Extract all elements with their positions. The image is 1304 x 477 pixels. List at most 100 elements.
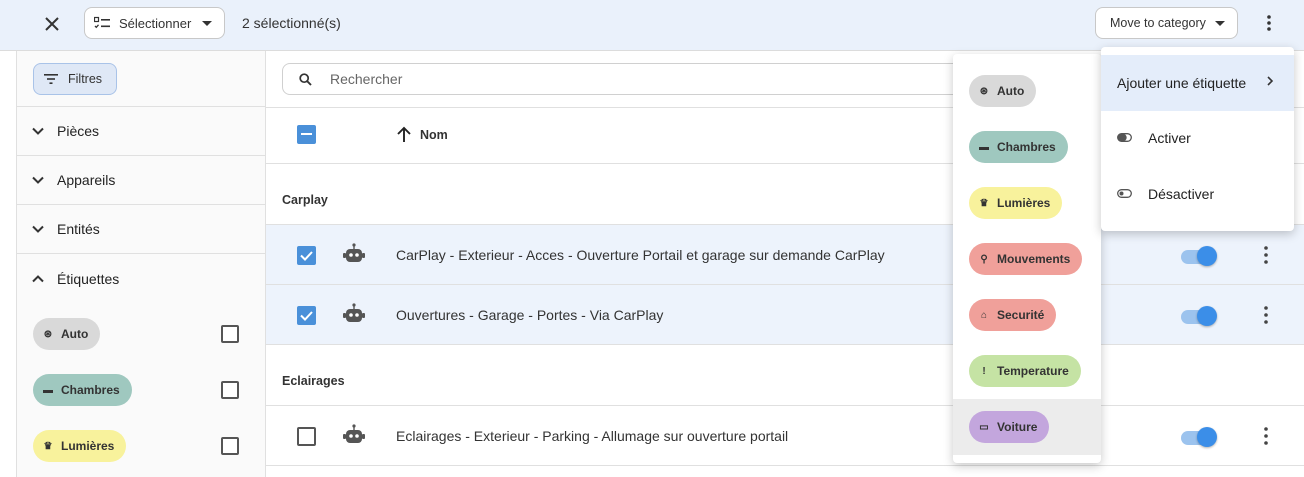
group-title: Carplay [282,193,328,207]
tag-chip-label: Securité [997,308,1045,322]
tag-chip-label: Mouvements [997,252,1071,266]
more-vert-icon[interactable] [1256,245,1276,265]
automation-name: Ouvertures - Garage - Portes - Via CarPl… [396,307,664,323]
home-icon: ⌂ [980,309,988,321]
caret-down-icon [1215,21,1225,26]
close-selection-button[interactable] [36,8,68,40]
auto-icon: ⊛ [979,85,989,97]
close-icon [45,17,59,31]
enable-toggle[interactable] [1181,306,1217,326]
table-row[interactable]: Eclairages - Exterieur - Parking - Allum… [266,406,1304,466]
row-checkbox[interactable] [297,306,316,325]
selection-toolbar: Sélectionner 2 sélectionné(s) Move to ca… [0,0,1304,51]
tag-menu-item[interactable]: ǃ Temperature [953,343,1101,399]
tag-filter-checkbox[interactable] [221,381,239,399]
tag-chip-securite: ⌂ Securité [969,299,1057,331]
thermometer-icon: ǃ [982,365,986,377]
tag-chip-label: Chambres [61,383,120,397]
check-icon [300,251,313,261]
add-tag-label: Ajouter une étiquette [1117,75,1247,91]
row-checkbox[interactable] [297,246,316,265]
tag-menu-item[interactable]: ♛ Lumières [953,175,1101,231]
disable-menu-item[interactable]: Désactiver [1101,167,1294,223]
tag-chip-label: Temperature [997,364,1069,378]
filter-group-label: Étiquettes [57,270,120,287]
sort-ascending-icon[interactable] [396,126,412,143]
row-checkbox[interactable] [297,427,316,446]
filter-group-rooms[interactable]: Pièces [17,107,265,156]
automation-name: Eclairages - Exterieur - Parking - Allum… [396,428,789,444]
tag-filter-checkbox[interactable] [221,437,239,455]
filter-group-labels[interactable]: Étiquettes [17,254,265,303]
tag-chip-chambres: ▬ Chambres [33,374,132,406]
more-vert-icon[interactable] [1256,426,1276,446]
group-header-eclairages: Eclairages [266,345,1304,406]
chevron-down-icon [32,127,44,135]
chevron-right-icon [1267,76,1274,86]
enable-label: Activer [1148,130,1191,146]
robot-icon [343,303,365,322]
column-header-name[interactable]: Nom [420,128,448,142]
search-icon [299,72,312,86]
tag-chip-lumieres: ♛ Lumières [33,430,127,462]
tag-chip-auto: ⊛ Auto [33,318,101,350]
tag-filter-checkbox[interactable] [221,325,239,343]
chevron-up-icon [32,274,44,282]
more-vert-icon[interactable] [1256,305,1276,325]
tag-chip-chambres: ▬ Chambres [969,131,1068,163]
filter-icon [44,74,58,84]
group-title: Eclairages [282,374,345,388]
move-to-category-dropdown[interactable]: Move to category [1095,7,1238,39]
filters-header: Filtres [17,51,265,107]
tag-chip-voiture: ▭ Voiture [969,411,1050,443]
automation-name: CarPlay - Exterieur - Acces - Ouverture … [396,247,885,263]
tag-chip-label: Chambres [997,140,1056,154]
select-mode-dropdown[interactable]: Sélectionner [84,7,225,39]
tag-menu-item[interactable]: ▭ Voiture [953,399,1101,455]
auto-icon: ⊛ [43,328,53,340]
selected-count: 2 sélectionné(s) [242,15,341,31]
filter-group-label: Pièces [57,123,100,139]
sidebar-tag-row: ♛ Lumières [17,415,265,471]
filter-group-devices[interactable]: Appareils [17,156,265,205]
tag-chip-temperature: ǃ Temperature [969,355,1081,387]
tag-menu-item[interactable]: ⊛ Auto [953,63,1101,119]
tag-chip-lumieres: ♛ Lumières [969,187,1063,219]
table-row[interactable]: Ouvertures - Garage - Portes - Via CarPl… [266,285,1304,345]
enable-menu-item[interactable]: Activer [1101,111,1294,167]
bed-icon: ▬ [43,384,53,396]
walking-icon: ⚲ [980,253,988,265]
tag-chip-mouvements: ⚲ Mouvements [969,243,1083,275]
table-row[interactable]: CarPlay - Exterieur - Acces - Ouverture … [266,225,1304,285]
toggle-off-icon [1117,189,1132,198]
bed-icon: ▬ [979,141,989,153]
lights-icon: ♛ [43,440,53,452]
robot-icon [343,424,365,443]
tag-chip-label: Auto [61,327,89,341]
toggle-on-icon [1117,133,1132,142]
filters-button[interactable]: Filtres [33,63,117,95]
sidebar-tag-row: ⊛ Auto [17,303,265,359]
filter-group-entities[interactable]: Entités [17,205,265,254]
enable-toggle[interactable] [1181,427,1217,447]
select-mode-label: Sélectionner [119,15,192,31]
tag-chip-label: Voiture [997,420,1038,434]
search-input[interactable]: Rechercher [282,63,982,95]
caret-down-icon [202,21,212,26]
enable-toggle[interactable] [1181,246,1217,266]
car-icon: ▭ [979,421,989,433]
tag-menu-item[interactable]: ⌂ Securité [953,287,1101,343]
filter-group-label: Entités [57,221,100,237]
filters-sidebar: Filtres Pièces Appareils Entités Étiquet… [16,51,266,477]
add-tag-menu-item[interactable]: Ajouter une étiquette [1101,55,1294,111]
bulk-actions-menu: Ajouter une étiquette Activer Désactiver [1101,47,1294,231]
disable-label: Désactiver [1148,186,1215,202]
move-to-category-label: Move to category [1110,16,1206,30]
tag-menu-item[interactable]: ▬ Chambres [953,119,1101,175]
more-options-button[interactable] [1256,8,1282,38]
select-all-checkbox[interactable] [297,125,316,144]
chevron-down-icon [32,176,44,184]
tag-chip-label: Lumières [997,196,1051,210]
tag-menu-item[interactable]: ⚲ Mouvements [953,231,1101,287]
filter-group-label: Appareils [57,172,116,188]
